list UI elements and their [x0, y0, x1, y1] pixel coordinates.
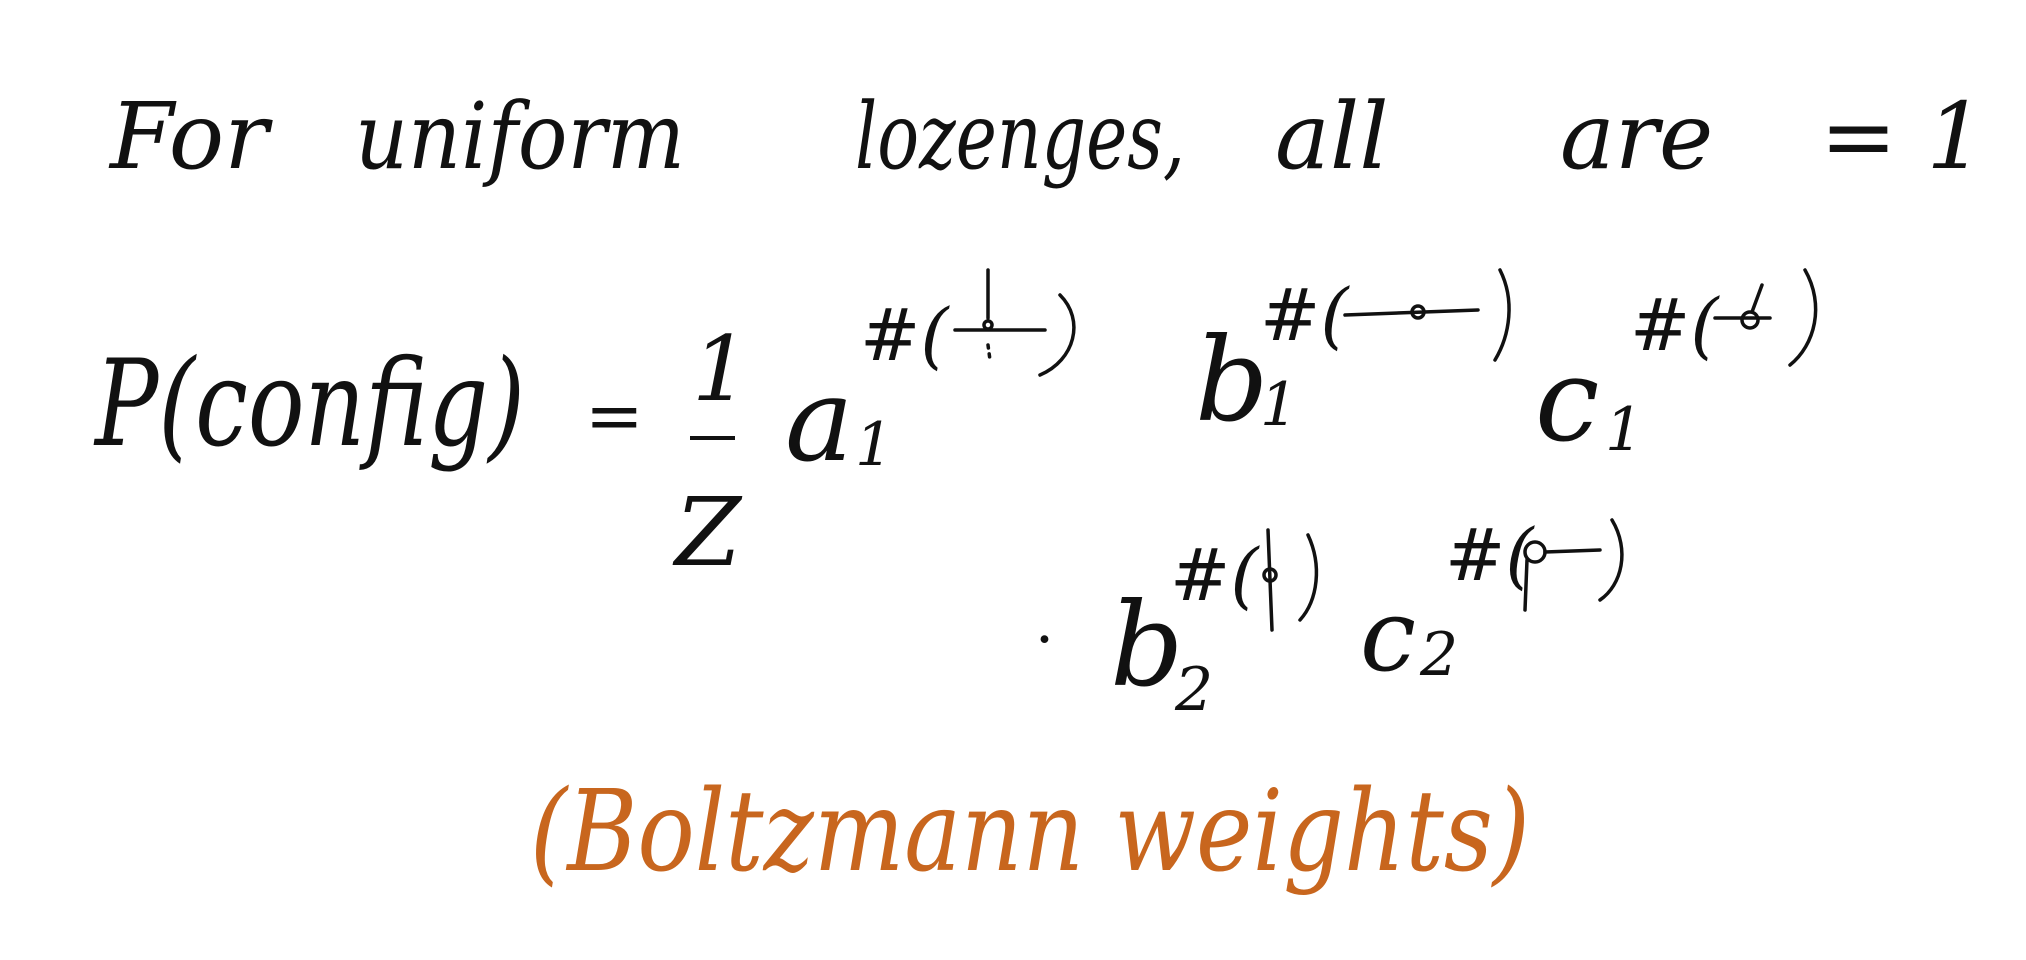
c2-base: c: [1360, 577, 1416, 694]
statement-line: For uniform lozenges, all are = 1: [108, 83, 1985, 190]
b2-exponent-count: #(: [1170, 533, 1260, 617]
c1-exponent-count: #(: [1630, 283, 1720, 367]
multiply-dot: ·: [1035, 605, 1054, 675]
c1-subscript: 1: [1605, 395, 1643, 465]
c2-exponent-count: #(: [1445, 513, 1535, 597]
weight-c1: c 1 #(: [1535, 268, 1818, 468]
lozenge-b2-icon: [1262, 528, 1319, 632]
b1-base: b: [1195, 314, 1269, 448]
b2-subscript: 2: [1174, 655, 1213, 725]
fraction-numerator: 1: [692, 317, 749, 422]
a1-subscript: 1: [855, 410, 893, 480]
word-for: For: [108, 83, 273, 190]
fraction-denominator: Z: [672, 478, 743, 588]
c1-base: c: [1535, 334, 1599, 468]
lozenge-c-icon: [1713, 268, 1818, 367]
weight-b1: b 1 #(: [1195, 268, 1511, 448]
probability-formula: P(config) = 1 Z a 1 #( b 1 #(c 1 #(· b…: [93, 268, 1818, 725]
c2-subscript: 2: [1419, 620, 1458, 690]
fraction-one-over-z: 1 Z: [672, 317, 749, 588]
boltzmann-weights-note: (Boltzmann weights): [530, 767, 1530, 897]
word-uniform: uniform: [355, 83, 685, 190]
word-all: all: [1275, 83, 1389, 190]
weight-c2: c 2 #(: [1360, 513, 1624, 694]
weight-a1: a 1 #(: [785, 268, 1076, 488]
lozenge-a-icon: [953, 268, 1076, 377]
b1-subscript: 1: [1260, 370, 1298, 440]
formula-equals: =: [585, 375, 644, 457]
word-lozenges: lozenges,: [855, 83, 1185, 190]
whiteboard-canvas: For uniform lozenges, all are = 1 P(conf…: [93, 83, 1985, 897]
a1-base: a: [785, 354, 854, 488]
b1-exponent-count: #(: [1260, 273, 1350, 357]
weight-b2: b 2 #(: [1110, 528, 1319, 725]
formula-lhs: P(config): [93, 335, 525, 474]
lozenge-b-icon: [1343, 268, 1511, 362]
word-are: are: [1560, 83, 1713, 190]
equals-one: = 1: [1820, 83, 1985, 190]
lozenge-c2-icon: [1523, 518, 1624, 612]
a1-exponent-count: #(: [860, 293, 950, 377]
